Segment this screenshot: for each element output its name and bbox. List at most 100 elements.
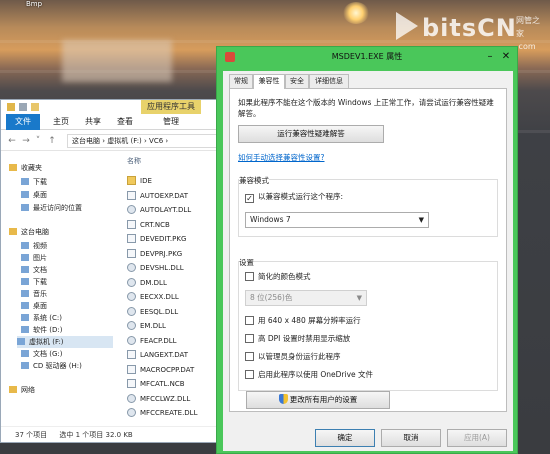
nav-item[interactable]: 图片 [21,252,47,264]
file-row[interactable]: DM.DLL [127,276,167,290]
close-icon[interactable]: ✕ [499,50,513,64]
file-row[interactable]: DEVEDIT.PKG [127,232,186,246]
file-row[interactable]: AUTOLAYT.DLL [127,203,191,217]
nav-icon [21,204,29,211]
file-name: MACROCPP.DAT [140,365,195,374]
nav-item[interactable]: 下载 [21,176,47,188]
folder-icon[interactable] [7,103,15,111]
file-row[interactable]: MACROCPP.DAT [127,363,194,377]
manual-settings-link[interactable]: 如何手动选择兼容性设置? [238,152,324,163]
nav-icon [21,326,29,333]
column-header-name[interactable]: 名称 [127,156,141,166]
cancel-button[interactable]: 取消 [381,429,441,447]
file-row[interactable]: MFCATL.NCB [127,377,185,391]
file-name: EESQL.DLL [140,307,179,316]
compat-mode-group: 兼容模式 ✓ 以兼容模式运行这个程序: Windows 7 ▼ [238,175,498,237]
os-version-select[interactable]: Windows 7 ▼ [245,212,429,228]
settings-group: 设置 简化的颜色模式 8 位(256)色 ▼ 用 640 x 480 屏幕分辨率… [238,257,498,391]
nav-item[interactable]: 视频 [21,240,47,252]
item-count: 37 个项目 [15,431,48,439]
reduced-color-row[interactable]: 简化的颜色模式 [245,272,311,282]
nav-icon [21,266,29,273]
nav-item-label: 最近访问的位置 [33,204,82,212]
apply-button[interactable]: 应用(A) [447,429,507,447]
os-version-value: Windows 7 [250,215,291,224]
file-row[interactable]: EECXX.DLL [127,290,179,304]
forward-arrow-icon[interactable]: → [21,136,31,146]
file-icon [127,219,136,229]
file-icon [127,234,136,243]
file-row[interactable]: AUTOEXP.DAT [127,189,188,203]
tab-compatibility[interactable]: 兼容性 [253,74,285,89]
nav-item[interactable]: 系统 (C:) [21,312,62,324]
chevron-down-icon[interactable]: ˅ [33,136,43,146]
resolution-checkbox[interactable] [245,316,254,325]
dpi-scaling-row[interactable]: 高 DPI 设置时禁用显示缩放 [245,334,350,344]
desktop-icon-label[interactable]: Bmp [26,0,42,8]
tab-share[interactable]: 共享 [79,114,107,130]
file-row[interactable]: EM.DLL [127,319,166,333]
file-row[interactable]: MFCCLWZ.DLL [127,392,190,406]
tab-manage[interactable]: 管理 [157,114,185,130]
nav-item[interactable]: 桌面 [21,189,47,201]
file-row[interactable]: MFCCREATE.DLL [127,406,198,420]
file-name: DEVSHL.DLL [140,264,184,272]
file-row[interactable]: DEVSHL.DLL [127,261,184,275]
run-as-admin-row[interactable]: 以管理员身份运行此程序 [245,352,341,362]
compat-mode-checkbox-row[interactable]: ✓ 以兼容模式运行这个程序: [245,192,343,203]
nav-item[interactable]: 音乐 [21,288,47,300]
change-all-users-button[interactable]: 更改所有用户的设置 [246,391,390,409]
onedrive-row[interactable]: 启用此程序以使用 OneDrive 文件 [245,370,373,380]
nav-item[interactable]: 文档 [21,264,47,276]
file-name: MFCCREATE.DLL [140,409,198,417]
color-depth-value: 8 位(256)色 [250,293,293,302]
nav-item[interactable]: CD 驱动器 (H:) [21,360,82,372]
new-folder-icon[interactable] [31,103,39,111]
file-name: LANGEXT.DAT [140,351,189,359]
run-troubleshooter-button[interactable]: 运行兼容性疑难解答 [238,125,384,143]
resolution-row[interactable]: 用 640 x 480 屏幕分辨率运行 [245,316,361,326]
file-row[interactable]: IDE [127,174,152,188]
compat-mode-checkbox[interactable]: ✓ [245,194,254,203]
color-depth-select[interactable]: 8 位(256)色 ▼ [245,290,367,306]
file-row[interactable]: FEACP.DLL [127,334,177,348]
minimize-icon[interactable]: – [483,50,497,64]
nav-item[interactable]: 桌面 [21,300,47,312]
address-bar: ← → ˅ ↑ 这台电脑 › 虚拟机 (F:) › VC6 › [1,131,223,151]
nav-item[interactable]: 收藏夹 [9,162,42,174]
file-row[interactable]: EESQL.DLL [127,305,178,319]
tab-details[interactable]: 详细信息 [309,74,349,88]
gear-icon [127,205,136,214]
dpi-scaling-checkbox[interactable] [245,334,254,343]
nav-item[interactable]: 虚拟机 (F:) [17,336,113,348]
nav-icon [21,178,29,185]
run-as-admin-checkbox[interactable] [245,352,254,361]
nav-item[interactable]: 文档 (G:) [21,348,62,360]
address-path[interactable]: 这台电脑 › 虚拟机 (F:) › VC6 › [67,134,223,148]
file-row[interactable]: CRT.NCB [127,218,170,232]
ok-button[interactable]: 确定 [315,429,375,447]
reduced-color-checkbox[interactable] [245,272,254,281]
file-row[interactable]: LANGEXT.DAT [127,348,188,362]
gear-icon [127,335,136,345]
nav-item[interactable]: 最近访问的位置 [21,202,82,214]
nav-item[interactable]: 这台电脑 [9,226,49,238]
nav-item[interactable]: 下载 [21,276,47,288]
file-list: 名称 IDE AUTOEXP.DAT AUTOLAYT.DLL CRT.NCB DEVE… [119,152,223,426]
tab-general[interactable]: 常规 [229,74,253,88]
file-icon [127,248,136,258]
back-arrow-icon[interactable]: ← [7,136,17,146]
tab-home[interactable]: 主页 [47,114,75,130]
nav-icon [9,386,17,393]
tab-file[interactable]: 文件 [6,114,40,130]
onedrive-checkbox[interactable] [245,370,254,379]
properties-icon[interactable] [19,103,27,111]
nav-item[interactable]: 网络 [9,384,35,396]
up-arrow-icon[interactable]: ↑ [47,136,57,146]
quick-access-toolbar: 应用程序工具 [1,100,223,114]
nav-item[interactable]: 软件 (D:) [21,324,62,336]
file-row[interactable]: DEVPRJ.PKG [127,247,182,261]
compat-mode-label: 兼容模式 [239,175,269,186]
tab-security[interactable]: 安全 [285,74,309,88]
tab-view[interactable]: 查看 [111,114,139,130]
